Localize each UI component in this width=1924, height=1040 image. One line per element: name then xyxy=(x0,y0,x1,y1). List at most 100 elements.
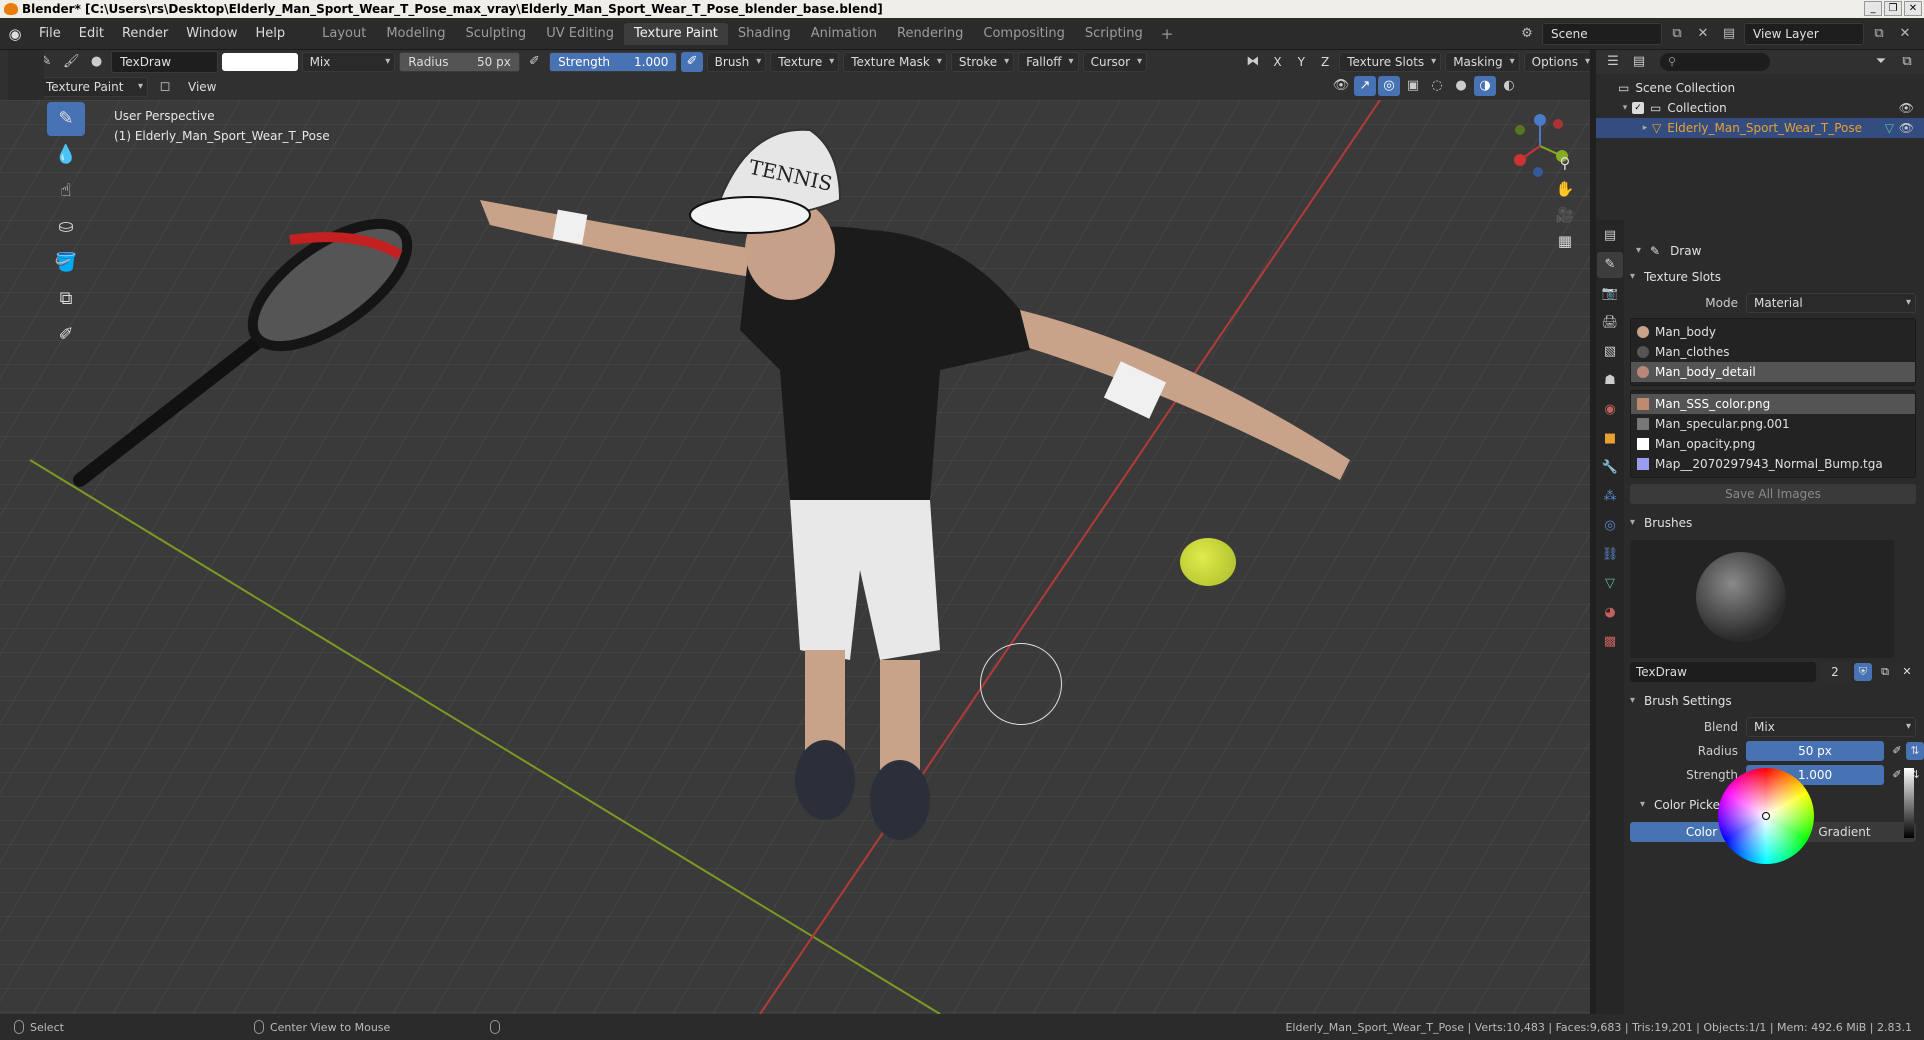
brush-color-swatch[interactable] xyxy=(222,53,298,71)
material-item-0[interactable]: Man_body xyxy=(1631,322,1915,342)
value-slider[interactable] xyxy=(1904,768,1914,838)
image-item-0[interactable]: Man_SSS_color.png xyxy=(1631,394,1915,414)
tab-sculpting[interactable]: Sculpting xyxy=(455,23,536,45)
collection-visibility-icon[interactable]: 👁 xyxy=(1899,98,1914,118)
brush-name-field[interactable]: TexDraw xyxy=(111,51,219,73)
masking-menu[interactable]: Masking xyxy=(1445,52,1520,72)
blend-mode-dropdown[interactable]: Mix xyxy=(301,52,396,72)
tree-object[interactable]: ▸ ▽ Elderly_Man_Sport_Wear_T_Pose ▽ 👁 xyxy=(1596,118,1924,138)
display-mode-icon[interactable]: ▤ xyxy=(1628,52,1650,72)
minimize-button[interactable]: _ xyxy=(1864,1,1882,16)
scene-tab-icon[interactable]: ☗ xyxy=(1597,368,1623,394)
annotate-tool-icon[interactable]: ✐ xyxy=(47,318,85,352)
paint-brush-icon[interactable]: 🖌 xyxy=(61,52,82,72)
texture-mask-menu[interactable]: Texture Mask xyxy=(843,52,947,72)
data-tab-icon[interactable]: ▽ xyxy=(1597,571,1623,597)
object-tab-icon[interactable]: ■ xyxy=(1597,426,1623,452)
close-button[interactable]: ✕ xyxy=(1904,1,1922,16)
texture-tab-icon[interactable]: ▩ xyxy=(1597,629,1623,655)
view-menu[interactable]: View xyxy=(182,80,222,94)
particles-tab-icon[interactable]: ⁂ xyxy=(1597,484,1623,510)
zoom-icon[interactable]: ⚲ xyxy=(1552,150,1578,176)
radius-pressure-icon[interactable]: ✐ xyxy=(524,52,545,72)
modifier-tab-icon[interactable]: 🔧 xyxy=(1597,455,1623,481)
brush-name-input[interactable]: TexDraw xyxy=(1630,662,1816,682)
strength-slider[interactable]: Strength 1.000 xyxy=(549,52,678,72)
collection-checkbox[interactable]: ✓ xyxy=(1632,102,1644,114)
menu-render[interactable]: Render xyxy=(113,18,177,50)
blend-dropdown[interactable]: Mix xyxy=(1746,717,1916,737)
material-shading-icon[interactable]: ◑ xyxy=(1474,76,1496,96)
radius-unified-icon[interactable]: ⇅ xyxy=(1906,742,1924,760)
cursor-menu[interactable]: Cursor xyxy=(1082,52,1148,72)
menu-file[interactable]: File xyxy=(30,18,70,50)
symmetry-icon[interactable]: ⧓ xyxy=(1242,52,1263,72)
wireframe-shading-icon[interactable]: ◌ xyxy=(1426,76,1448,96)
tree-collection[interactable]: ▾ ✓ ▭ Collection 👁 xyxy=(1596,98,1924,118)
falloff-menu[interactable]: Falloff xyxy=(1018,52,1079,72)
new-view-layer-icon[interactable]: ⧉ xyxy=(1868,23,1890,45)
view-layer-field[interactable]: View Layer xyxy=(1744,23,1864,45)
brush-settings-header[interactable]: Brush Settings xyxy=(1626,688,1924,714)
clone-tool-icon[interactable]: ⛀ xyxy=(47,210,85,244)
xray-icon[interactable]: ▣ xyxy=(1402,76,1424,96)
new-scene-icon[interactable]: ⧉ xyxy=(1666,23,1688,45)
outliner-editor-icon[interactable]: ☰ xyxy=(1602,52,1624,72)
tab-shading[interactable]: Shading xyxy=(728,23,801,45)
fill-tool-icon[interactable]: 🪣 xyxy=(47,246,85,280)
delete-view-layer-icon[interactable]: ✕ xyxy=(1894,23,1916,45)
mask-tool-icon[interactable]: ⧉ xyxy=(47,282,85,316)
render-tab-icon[interactable]: 📷 xyxy=(1597,281,1623,307)
image-item-1[interactable]: Man_specular.png.001 xyxy=(1631,414,1915,434)
expand-triangle-icon[interactable]: ▸ xyxy=(1638,118,1652,138)
collapse-triangle-icon[interactable]: ▾ xyxy=(1618,98,1632,118)
texture-slots-header[interactable]: Texture Slots xyxy=(1626,264,1924,290)
overlay-toggle-icon[interactable]: ◎ xyxy=(1378,76,1400,96)
output-tab-icon[interactable]: 🖨 xyxy=(1597,310,1623,336)
axis-y-toggle[interactable]: Y xyxy=(1292,55,1311,69)
radius-pressure-props-icon[interactable]: ✐ xyxy=(1888,742,1906,760)
physics-tab-icon[interactable]: ◎ xyxy=(1597,513,1623,539)
tab-animation[interactable]: Animation xyxy=(801,23,887,45)
mode-dropdown-props[interactable]: Material xyxy=(1746,293,1916,313)
axis-z-toggle[interactable]: Z xyxy=(1315,55,1335,69)
paint-mask-icon[interactable]: ◻ xyxy=(154,77,176,97)
stroke-menu[interactable]: Stroke xyxy=(950,52,1015,72)
draw-tool-icon[interactable]: ✎ xyxy=(47,102,85,136)
color-wheel[interactable] xyxy=(1718,768,1814,864)
tab-uv-editing[interactable]: UV Editing xyxy=(536,23,624,45)
tab-scripting[interactable]: Scripting xyxy=(1075,23,1153,45)
solid-shading-icon[interactable]: ● xyxy=(1450,76,1472,96)
brushes-header[interactable]: Brushes xyxy=(1626,510,1924,536)
perspective-grid-icon[interactable]: ▦ xyxy=(1552,228,1578,254)
camera-icon[interactable]: 🎥 xyxy=(1552,202,1578,228)
soften-tool-icon[interactable]: 💧 xyxy=(47,138,85,172)
tab-compositing[interactable]: Compositing xyxy=(973,23,1075,45)
texture-slots-menu[interactable]: Texture Slots xyxy=(1339,52,1442,72)
menu-help[interactable]: Help xyxy=(247,18,295,50)
image-item-3[interactable]: Map__2070297943_Normal_Bump.tga xyxy=(1631,454,1915,474)
tab-modeling[interactable]: Modeling xyxy=(376,23,455,45)
constraints-tab-icon[interactable]: ⛓ xyxy=(1597,542,1623,568)
smear-tool-icon[interactable]: ☝ xyxy=(47,174,85,208)
visibility-icon[interactable]: 👁 xyxy=(1330,76,1352,96)
radius-props-slider[interactable]: 50 px xyxy=(1746,741,1884,761)
options-menu[interactable]: Options xyxy=(1523,52,1595,72)
brush-preview[interactable] xyxy=(1630,540,1894,658)
world-tab-icon[interactable]: ◉ xyxy=(1597,397,1623,423)
tab-texture-paint[interactable]: Texture Paint xyxy=(624,22,728,45)
material-tab-icon[interactable]: ◕ xyxy=(1597,600,1623,626)
filter-icon[interactable]: ⏷ xyxy=(1870,52,1892,72)
add-workspace-button[interactable]: + xyxy=(1153,25,1182,43)
material-item-2[interactable]: Man_body_detail xyxy=(1631,362,1915,382)
image-item-2[interactable]: Man_opacity.png xyxy=(1631,434,1915,454)
tab-rendering[interactable]: Rendering xyxy=(887,23,973,45)
brush-menu[interactable]: Brush xyxy=(706,52,767,72)
texture-menu[interactable]: Texture xyxy=(770,52,840,72)
restore-button[interactable]: ❐ xyxy=(1884,1,1902,16)
duplicate-brush-icon[interactable]: ⧉ xyxy=(1876,663,1894,681)
view-layer-tab-icon[interactable]: ▧ xyxy=(1597,339,1623,365)
editor-type-props-icon[interactable]: ▤ xyxy=(1597,223,1623,249)
fake-user-shield-icon[interactable]: ⛨ xyxy=(1854,663,1872,681)
delete-scene-icon[interactable]: ✕ xyxy=(1692,23,1714,45)
